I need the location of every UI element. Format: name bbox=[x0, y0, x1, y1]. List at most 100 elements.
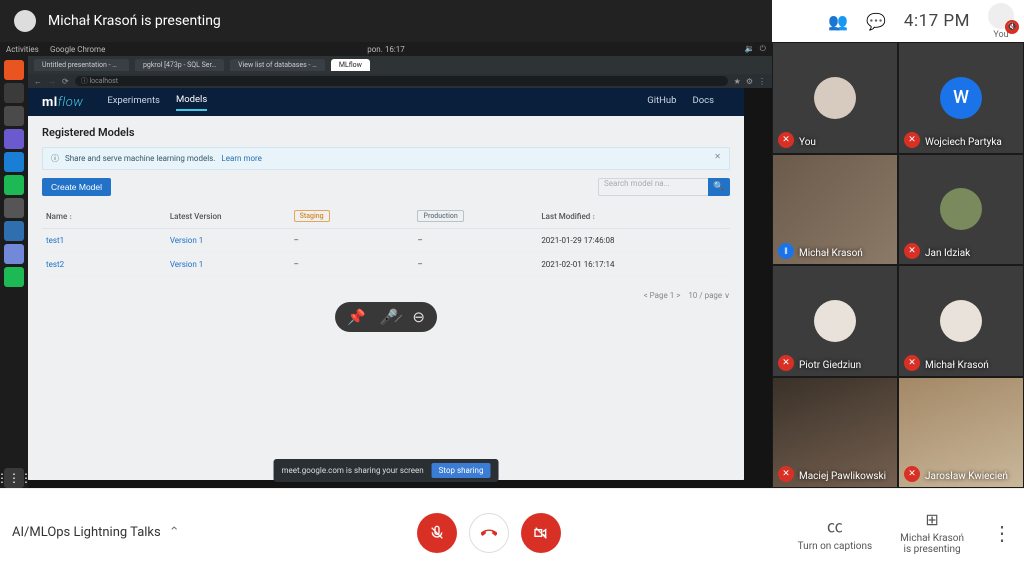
chat-icon[interactable]: 💬 bbox=[866, 12, 886, 31]
presenter-bar: Michał Krasoń is presenting bbox=[0, 0, 772, 42]
col-staging[interactable]: Staging bbox=[290, 204, 414, 229]
page-title: Registered Models bbox=[42, 126, 730, 139]
launcher-files-icon[interactable] bbox=[4, 83, 24, 103]
table-row: test1 Version 1 – – 2021-01-29 17:46:08 bbox=[42, 229, 730, 253]
browser-tab[interactable]: View list of databases - … bbox=[230, 59, 325, 71]
pin-overlay: 📌 🎤̷ ⊖ bbox=[335, 302, 437, 332]
cell-production: – bbox=[413, 229, 537, 253]
col-production[interactable]: Production bbox=[413, 204, 537, 229]
participant-avatar: W bbox=[940, 77, 982, 119]
self-avatar[interactable]: 🔇 bbox=[988, 3, 1014, 29]
participant-tile[interactable]: ✕Jarosław Kwiecień bbox=[898, 377, 1024, 489]
participant-name: Piotr Giedziun bbox=[799, 360, 861, 371]
clock: 4:17 PM bbox=[904, 11, 970, 31]
present-icon: ⊞ bbox=[925, 510, 938, 529]
ubuntu-launcher: ⋮⋮⋮ bbox=[0, 56, 28, 488]
launcher-spotify-icon[interactable] bbox=[4, 175, 24, 195]
mlflow-app: mlflow Experiments Models GitHub Docs Re… bbox=[28, 88, 744, 480]
cell-modified: 2021-01-29 17:46:08 bbox=[537, 229, 730, 253]
participant-name: Michał Krasoń bbox=[799, 248, 863, 259]
mic-muted-icon: ✕ bbox=[904, 466, 920, 482]
ubuntu-time: pon. 16:17 bbox=[367, 45, 405, 54]
model-version-link[interactable]: Version 1 bbox=[170, 236, 203, 245]
col-latest[interactable]: Latest Version bbox=[166, 204, 290, 229]
participant-avatar bbox=[940, 188, 982, 230]
address-bar[interactable]: ⓘ localhost bbox=[75, 76, 728, 86]
mlflow-navbar: mlflow Experiments Models GitHub Docs bbox=[28, 88, 744, 116]
participant-tile[interactable]: ✕You bbox=[772, 42, 898, 154]
cell-staging: – bbox=[290, 229, 414, 253]
model-name-link[interactable]: test1 bbox=[46, 236, 64, 245]
mic-muted-icon: ✕ bbox=[778, 355, 794, 371]
launcher-app2-icon[interactable] bbox=[4, 198, 24, 218]
captions-button[interactable]: ㏄ Turn on captions bbox=[798, 513, 873, 552]
cell-production: – bbox=[413, 253, 537, 277]
browser-address-row: ← → ⟳ ⓘ localhost ★⚙⋮ bbox=[28, 74, 772, 88]
participant-name: Jan Idziak bbox=[925, 248, 970, 259]
participant-tile[interactable]: ✕Michał Krasoń bbox=[898, 265, 1024, 377]
meet-header-right: 👥 💬 4:17 PM 🔇 You bbox=[772, 0, 1024, 42]
ubuntu-app: Google Chrome bbox=[50, 45, 105, 54]
banner-learn-more-link[interactable]: Learn more bbox=[221, 154, 261, 163]
mlflow-logo: mlflow bbox=[42, 95, 83, 110]
camera-toggle-button[interactable] bbox=[521, 513, 561, 553]
participant-avatar bbox=[814, 77, 856, 119]
participant-tile[interactable]: ✕ Piotr Giedziun bbox=[772, 265, 898, 377]
launcher-firefox-icon[interactable] bbox=[4, 60, 24, 80]
cell-staging: – bbox=[290, 253, 414, 277]
col-modified[interactable]: Last Modified bbox=[537, 204, 730, 229]
launcher-terminal-icon[interactable] bbox=[4, 106, 24, 126]
participant-tile[interactable]: ✕ Jan Idziak bbox=[898, 154, 1024, 266]
captions-icon: ㏄ bbox=[827, 513, 843, 537]
browser-tab-active[interactable]: MLflow bbox=[331, 59, 370, 71]
hangup-button[interactable] bbox=[469, 513, 509, 553]
participant-name: Maciej Pawlikowski bbox=[799, 471, 886, 482]
participant-name: Wojciech Partyka bbox=[925, 137, 1002, 148]
mic-muted-icon: ✕ bbox=[904, 243, 920, 259]
ubuntu-status-icons: 🔉⏻ bbox=[745, 44, 766, 54]
model-version-link[interactable]: Version 1 bbox=[170, 260, 203, 269]
mic-toggle-button[interactable] bbox=[417, 513, 457, 553]
meeting-expand-icon[interactable]: ⌃ bbox=[169, 525, 180, 540]
meet-bottom-bar: AI/MLOps Lightning Talks ⌃ ㏄ Turn on cap… bbox=[0, 488, 1024, 576]
launcher-app4-icon[interactable] bbox=[4, 267, 24, 287]
browser-tab[interactable]: pgkrol [473p - SQL Ser… bbox=[135, 59, 224, 71]
launcher-app3-icon[interactable] bbox=[4, 221, 24, 241]
more-options-button[interactable]: ⋮ bbox=[992, 521, 1012, 545]
launcher-app-icon[interactable] bbox=[4, 129, 24, 149]
cell-modified: 2021-02-01 16:17:14 bbox=[537, 253, 730, 277]
present-button[interactable]: ⊞ Michał Krasońis presenting bbox=[900, 510, 964, 555]
launcher-apps-icon[interactable]: ⋮⋮⋮ bbox=[4, 468, 24, 488]
stop-sharing-button[interactable]: Stop sharing bbox=[432, 463, 491, 478]
search-button[interactable]: 🔍 bbox=[708, 178, 730, 196]
nav-models[interactable]: Models bbox=[176, 94, 207, 111]
create-model-button[interactable]: Create Model bbox=[42, 178, 111, 196]
participant-tile[interactable]: W ✕ Wojciech Partyka bbox=[898, 42, 1024, 154]
nav-reload-icon[interactable]: ⟳ bbox=[62, 77, 69, 86]
banner-close-icon[interactable]: ✕ bbox=[714, 152, 721, 161]
mic-muted-icon: ✕ bbox=[904, 355, 920, 371]
nav-fwd-icon: → bbox=[48, 77, 56, 86]
remove-participant-icon[interactable]: ⊖ bbox=[412, 308, 425, 326]
nav-back-icon[interactable]: ← bbox=[34, 77, 42, 86]
mic-muted-icon: ✕ bbox=[904, 132, 920, 148]
launcher-vscode-icon[interactable] bbox=[4, 152, 24, 172]
pin-icon[interactable]: 📌 bbox=[347, 308, 366, 326]
participant-tile[interactable]: ‖Michał Krasoń bbox=[772, 154, 898, 266]
table-pager[interactable]: < Page 1 > 10 / page ∨ bbox=[42, 291, 730, 300]
info-icon: ⓘ bbox=[51, 153, 59, 164]
model-name-link[interactable]: test2 bbox=[46, 260, 64, 269]
participant-tile[interactable]: ✕Maciej Pawlikowski bbox=[772, 377, 898, 489]
nav-docs[interactable]: Docs bbox=[692, 95, 714, 110]
nav-experiments[interactable]: Experiments bbox=[107, 95, 160, 110]
mic-muted-badge: 🔇 bbox=[1005, 20, 1019, 34]
meeting-name[interactable]: AI/MLOps Lightning Talks bbox=[12, 525, 161, 540]
search-input[interactable]: Search model na... bbox=[598, 178, 708, 196]
browser-ext-icons: ★⚙⋮ bbox=[734, 77, 766, 86]
col-name[interactable]: Name bbox=[42, 204, 166, 229]
nav-github[interactable]: GitHub bbox=[647, 95, 676, 110]
people-icon[interactable]: 👥 bbox=[828, 12, 848, 31]
browser-tab[interactable]: Untitled presentation - G… bbox=[34, 59, 129, 71]
launcher-discord-icon[interactable] bbox=[4, 244, 24, 264]
table-row: test2 Version 1 – – 2021-02-01 16:17:14 bbox=[42, 253, 730, 277]
